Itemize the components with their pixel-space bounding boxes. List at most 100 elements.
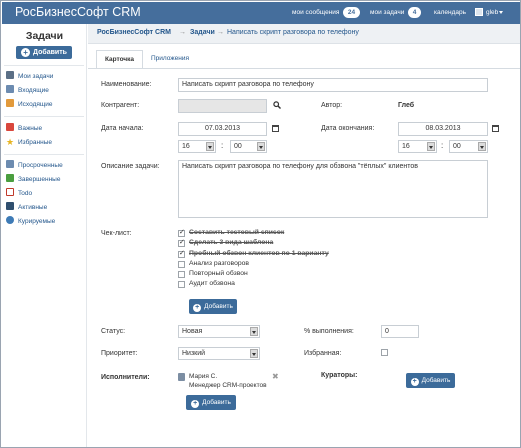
important-icon (6, 123, 14, 131)
plus-icon: + (191, 400, 200, 408)
executors-label: Исполнители: (101, 374, 150, 381)
my-messages-link[interactable]: мои сообщения (292, 9, 339, 16)
sidebar-item-outbox[interactable]: Исходящие (6, 99, 52, 110)
favorite-label: Избранная: (304, 350, 342, 357)
executor-role: Менеджер CRM-проектов (189, 382, 267, 389)
priority-select[interactable]: Низкий (178, 347, 260, 360)
checklist-add-button[interactable]: + Добавить (189, 299, 237, 314)
breadcrumb-separator: → (179, 29, 186, 36)
checklist-item: Анализ разговоров (189, 260, 250, 267)
sidebar-item-supervised[interactable]: Курируемые (6, 216, 55, 227)
tab-bar: Карточка Приложения (88, 44, 520, 68)
user-menu[interactable]: gleb (486, 9, 498, 16)
sidebar-item-overdue[interactable]: Просроченные (6, 160, 63, 171)
checklist-item: Пробный обзвон клиентов по 1 варианту (189, 250, 329, 257)
calendar-link[interactable]: календарь (434, 9, 466, 16)
activity-icon (6, 202, 14, 210)
my-tasks-link[interactable]: мои задачи (370, 9, 404, 16)
breadcrumb-root[interactable]: РосБизнесСофт CRM (97, 29, 171, 36)
sidebar-item-label: Активные (18, 204, 48, 211)
curators-add-label: Добавить (421, 377, 451, 384)
sidebar-item-inbox[interactable]: Входящие (6, 85, 49, 96)
sidebar-item-label: Избранные (18, 139, 52, 146)
percent-input[interactable]: 0 (381, 325, 419, 338)
status-select[interactable]: Новая (178, 325, 260, 338)
plus-icon: + (193, 304, 202, 312)
executor-name[interactable]: Мария С. (189, 373, 217, 380)
end-hour-value: 16 (402, 143, 410, 150)
end-hour-select[interactable]: 16 (398, 140, 437, 153)
executors-add-label: Добавить (202, 399, 231, 406)
search-icon[interactable] (273, 101, 281, 109)
start-date-input[interactable]: 07.03.2013 (178, 122, 267, 136)
breadcrumb-section[interactable]: Задачи (190, 29, 215, 36)
divider (4, 65, 84, 66)
author-label: Автор: (321, 102, 343, 109)
sidebar-item-my-tasks[interactable]: Мои задачи (6, 71, 53, 82)
checklist-checkbox[interactable] (178, 228, 185, 237)
start-hour-select[interactable]: 16 (178, 140, 216, 153)
sidebar-item-label: Исходящие (18, 101, 53, 108)
overdue-icon (6, 160, 14, 168)
close-icon[interactable]: ✖ (272, 372, 279, 381)
tab-attachments[interactable]: Приложения (145, 50, 195, 68)
percent-label: % выполнения: (304, 328, 354, 335)
checklist-checkbox[interactable] (178, 249, 185, 258)
sidebar: Задачи + Добавить Мои задачи Входящие Исх… (2, 24, 87, 447)
sidebar-item-label: Входящие (18, 87, 49, 94)
user-icon (178, 373, 185, 381)
user-avatar[interactable] (475, 8, 483, 16)
plus-icon: + (410, 378, 419, 386)
breadcrumb-current: Написать скрипт разговора по телефону (227, 29, 359, 36)
favorite-checkbox[interactable] (381, 349, 388, 356)
sidebar-item-active[interactable]: Активные (6, 202, 47, 213)
sidebar-item-label: Просроченные (18, 162, 63, 169)
description-textarea[interactable]: Написать скрипт разговора по телефону дл… (178, 160, 488, 218)
inbox-icon (6, 85, 14, 93)
time-separator: : (441, 141, 444, 150)
checklist-item: Сделать 3 вида шаблона (189, 239, 274, 246)
chevron-down-icon (257, 142, 265, 151)
checklist-label: Чек-лист: (101, 230, 132, 237)
tab-card[interactable]: Карточка (96, 50, 143, 68)
brand-logo[interactable]: РосБизнесСофт CRM (15, 5, 141, 19)
checklist-checkbox[interactable] (178, 271, 185, 278)
tasks-count-badge[interactable]: 4 (408, 7, 421, 18)
add-task-button[interactable]: + Добавить (16, 46, 72, 59)
name-label: Наименование: (101, 81, 152, 88)
curators-add-button[interactable]: + Добавить (406, 373, 455, 388)
start-minute-select[interactable]: 00 (230, 140, 267, 153)
end-date-input[interactable]: 08.03.2013 (398, 122, 488, 136)
executors-add-button[interactable]: + Добавить (186, 395, 236, 410)
messages-count-badge[interactable]: 24 (343, 7, 360, 18)
chevron-down-icon (250, 349, 258, 358)
contractor-input[interactable] (178, 99, 267, 113)
status-label: Статус: (101, 328, 126, 335)
sidebar-item-label: Мои задачи (18, 73, 54, 80)
calendar-icon[interactable] (272, 125, 279, 132)
author-value: Глеб (398, 102, 415, 109)
outbox-icon (6, 99, 14, 107)
sidebar-item-todo[interactable]: Todo (6, 188, 32, 199)
name-input[interactable]: Написать скрипт разговора по телефону (178, 78, 488, 92)
start-date-label: Дата начала: (101, 125, 144, 132)
checklist-item: Аудит обзвона (189, 280, 235, 287)
checklist-checkbox[interactable] (178, 238, 185, 247)
chevron-down-icon (478, 142, 486, 151)
end-minute-select[interactable]: 00 (449, 140, 488, 153)
checklist-checkbox[interactable] (178, 261, 185, 268)
list-icon (6, 71, 14, 79)
chevron-down-icon[interactable] (499, 11, 503, 14)
sidebar-item-important[interactable]: Важные (6, 123, 42, 134)
sidebar-item-favorites[interactable]: ★ Избранные (6, 137, 52, 148)
chevron-down-icon (250, 327, 258, 336)
plus-icon: + (21, 48, 31, 57)
contractor-label: Контрагент: (101, 102, 140, 109)
sidebar-item-completed[interactable]: Завершенные (6, 174, 60, 185)
calendar-icon[interactable] (492, 125, 499, 132)
checklist-item: Повторный обзвон (189, 270, 248, 277)
todo-icon (6, 188, 14, 196)
checklist-checkbox[interactable] (178, 281, 185, 288)
checklist-add-label: Добавить (204, 303, 233, 310)
supervised-icon (6, 216, 14, 224)
